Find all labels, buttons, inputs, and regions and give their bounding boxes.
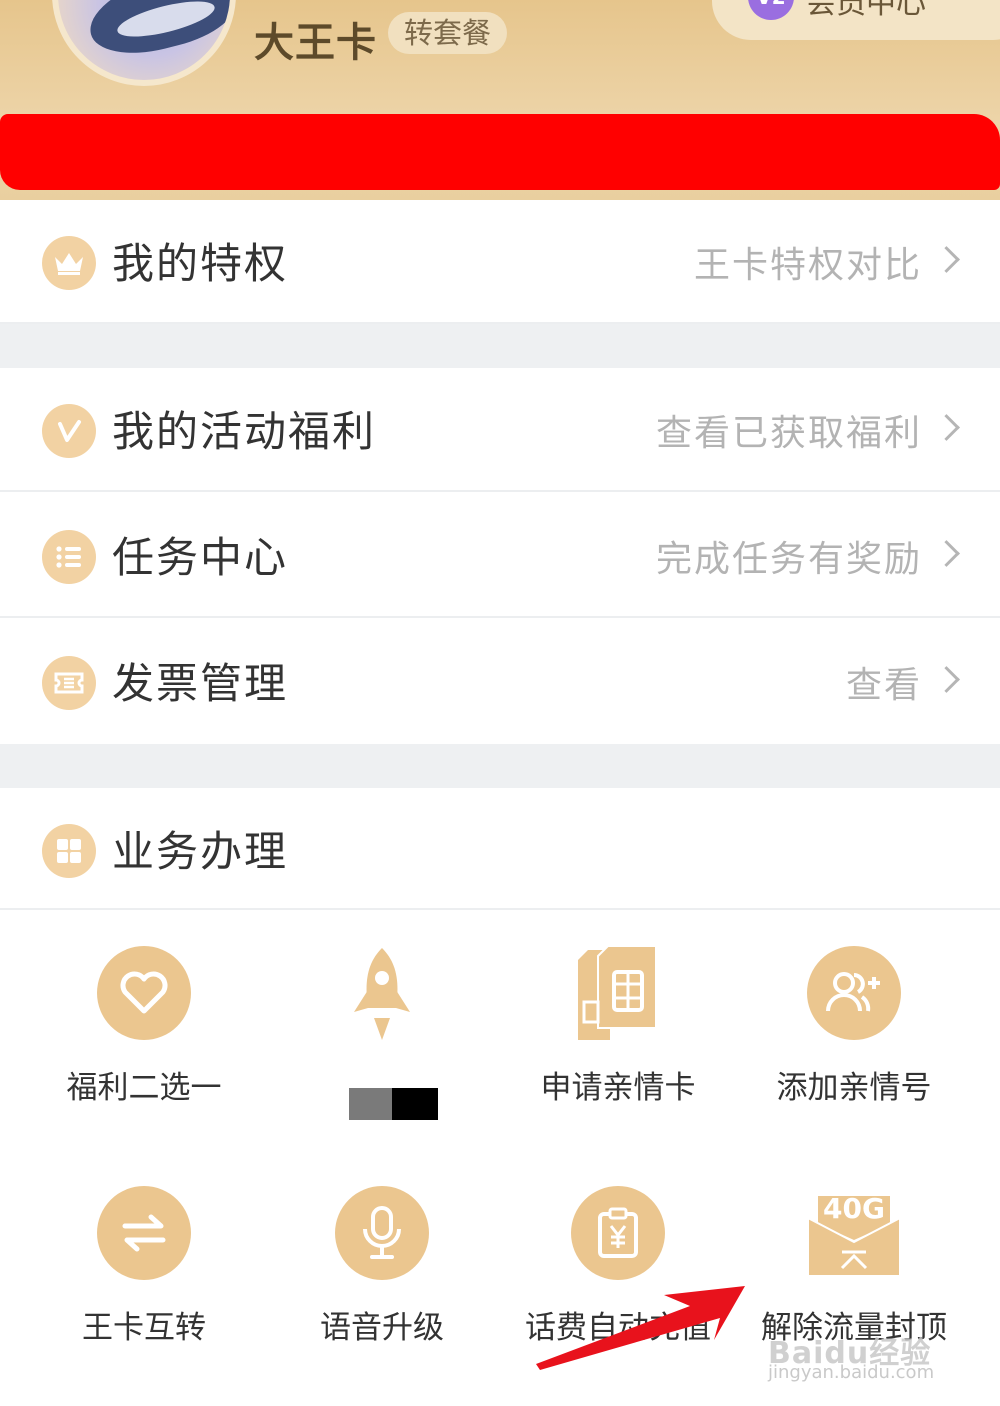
baidu-watermark-url: jingyan.baidu.com	[768, 1362, 935, 1383]
annotation-arrow	[536, 1286, 745, 1370]
